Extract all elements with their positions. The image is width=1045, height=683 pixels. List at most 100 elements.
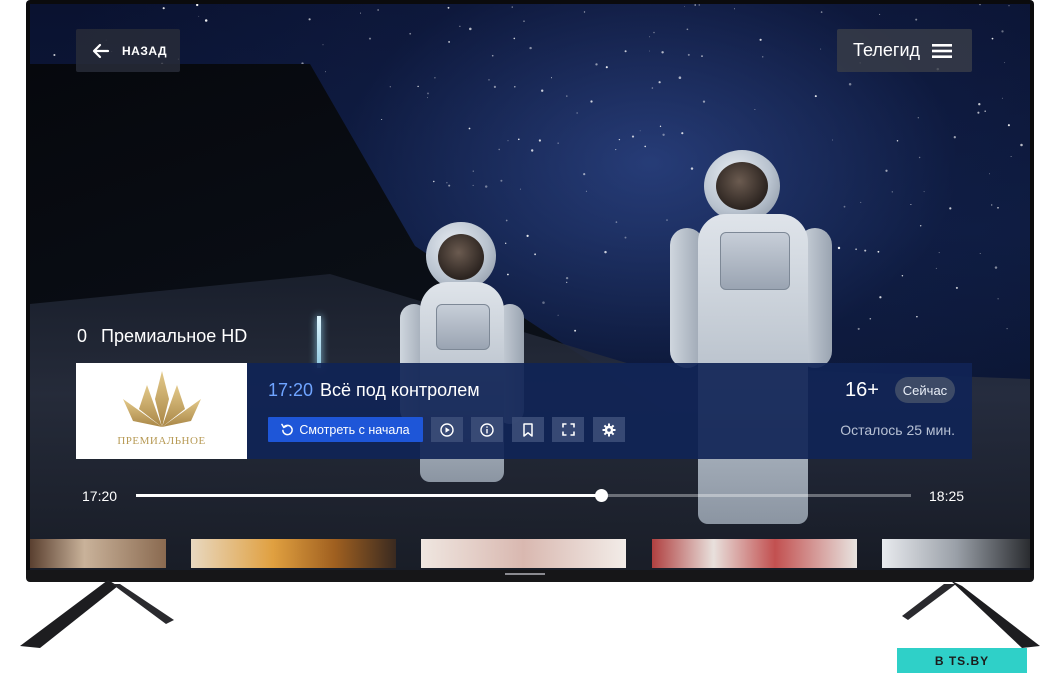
- star: [519, 188, 521, 190]
- progress-knob[interactable]: [595, 489, 608, 502]
- star: [566, 95, 568, 97]
- star: [409, 32, 412, 35]
- star: [534, 253, 537, 256]
- fullscreen-icon: [561, 423, 575, 436]
- star: [901, 274, 904, 277]
- star: [557, 314, 559, 316]
- star: [918, 156, 921, 159]
- star: [604, 250, 607, 254]
- star: [624, 50, 627, 53]
- progress-end-time: 18:25: [929, 488, 965, 504]
- tv-guide-button[interactable]: Телегид: [837, 29, 972, 72]
- star: [855, 248, 857, 251]
- star: [517, 138, 520, 141]
- program-start-time: 17:20: [268, 380, 314, 400]
- thumbnail-5[interactable]: [882, 539, 1030, 568]
- star: [991, 37, 994, 40]
- play-button[interactable]: [431, 417, 463, 442]
- star: [459, 25, 461, 27]
- star: [979, 253, 981, 254]
- star: [507, 140, 509, 142]
- star: [389, 86, 391, 88]
- star: [1020, 143, 1023, 147]
- star: [949, 207, 952, 210]
- star: [820, 48, 822, 50]
- progress-track[interactable]: [136, 489, 911, 502]
- star: [686, 28, 689, 31]
- star: [542, 301, 545, 304]
- star: [377, 9, 379, 11]
- star: [910, 203, 912, 206]
- star: [538, 139, 542, 142]
- star: [448, 184, 451, 187]
- star: [644, 145, 647, 148]
- star: [953, 136, 956, 139]
- channel-logo: ПРЕМИАЛЬНОЕ: [76, 363, 247, 459]
- star: [198, 15, 200, 17]
- time-remaining: Осталось 25 мин.: [840, 422, 955, 438]
- thumbnail-4[interactable]: [652, 539, 857, 568]
- star: [624, 236, 627, 239]
- star: [513, 37, 516, 40]
- star: [196, 4, 199, 7]
- star: [469, 27, 472, 31]
- star: [653, 31, 655, 34]
- star: [585, 190, 587, 192]
- back-button[interactable]: НАЗАД: [76, 29, 180, 72]
- star: [551, 77, 552, 79]
- star: [649, 50, 650, 52]
- star: [1001, 97, 1003, 99]
- star: [814, 95, 817, 98]
- star: [583, 11, 586, 13]
- channel-name: Премиальное HD: [101, 326, 248, 346]
- star: [864, 249, 867, 252]
- astronaut-right: [670, 148, 840, 548]
- star: [994, 266, 998, 269]
- watch-from-start-button[interactable]: Смотреть с начала: [268, 417, 423, 442]
- info-icon: [480, 422, 494, 437]
- star: [683, 6, 685, 7]
- star: [857, 327, 860, 330]
- bookmark-button[interactable]: [512, 417, 544, 442]
- star: [997, 298, 999, 300]
- star: [978, 103, 981, 106]
- star: [701, 55, 703, 57]
- star: [916, 316, 918, 318]
- star: [915, 18, 918, 21]
- thumbnail-1[interactable]: [30, 539, 166, 568]
- star: [381, 119, 383, 120]
- tv-stand-right: [902, 580, 1040, 648]
- now-badge[interactable]: Сейчас: [895, 377, 955, 403]
- thumbnail-3[interactable]: [421, 539, 626, 568]
- star: [514, 85, 516, 88]
- star: [843, 205, 846, 208]
- channel-info: 0 Премиальное HD: [77, 326, 247, 347]
- star: [605, 66, 608, 69]
- star: [566, 281, 568, 284]
- star: [468, 127, 471, 130]
- channel-number: 0: [77, 326, 88, 346]
- thumbnail-2[interactable]: [191, 539, 396, 568]
- star: [989, 173, 990, 175]
- progress-fill: [136, 494, 601, 497]
- star: [651, 87, 654, 89]
- age-rating: 16+: [845, 379, 879, 401]
- settings-button[interactable]: [593, 417, 625, 442]
- arrow-left-icon: [92, 43, 110, 58]
- info-button[interactable]: [471, 417, 503, 442]
- star: [649, 36, 651, 38]
- star: [991, 204, 993, 206]
- star: [523, 20, 525, 22]
- star: [493, 85, 496, 88]
- star: [433, 180, 435, 183]
- star: [631, 135, 635, 138]
- star: [681, 132, 684, 135]
- star: [529, 46, 532, 50]
- fullscreen-button[interactable]: [552, 417, 584, 442]
- star: [162, 7, 165, 10]
- star: [615, 221, 618, 223]
- star: [984, 110, 986, 112]
- star: [576, 112, 578, 114]
- star: [935, 267, 937, 269]
- star: [938, 252, 940, 254]
